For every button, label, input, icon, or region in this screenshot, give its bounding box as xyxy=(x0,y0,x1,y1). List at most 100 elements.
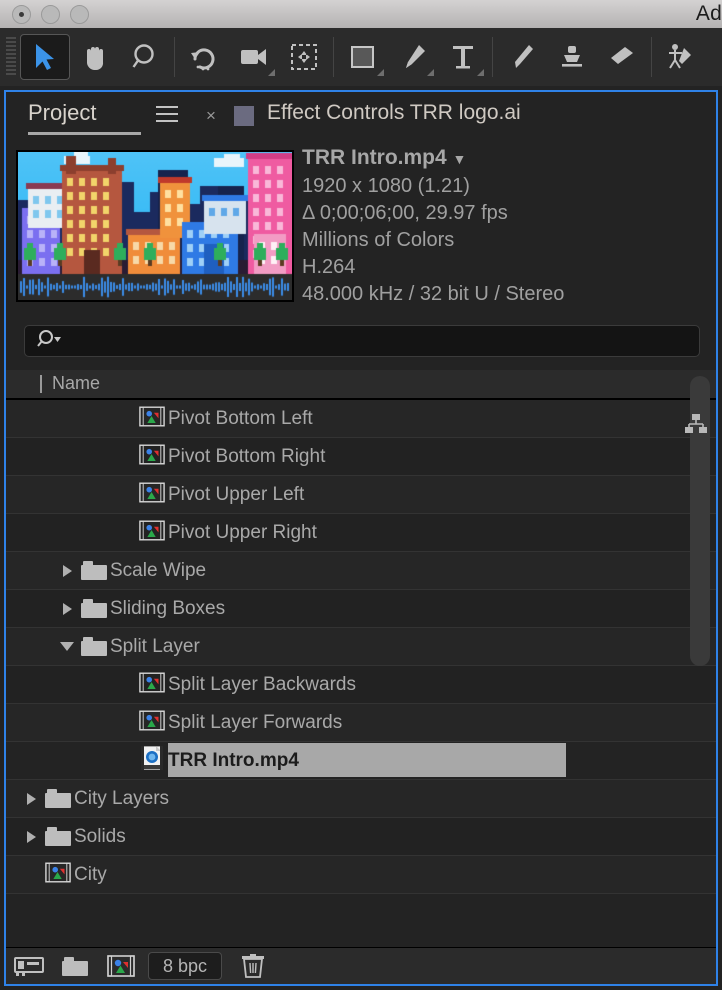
preview-color-depth: Millions of Colors xyxy=(302,229,455,251)
preview-area: TRR Intro.mp4 ▼ 1920 x 1080 (1.21) Δ 0;0… xyxy=(6,144,716,319)
list-item-label: TRR Intro.mp4 xyxy=(168,749,299,771)
new-composition-button[interactable] xyxy=(98,949,144,983)
list-item[interactable]: City xyxy=(6,856,716,894)
camera-tool[interactable] xyxy=(229,34,279,80)
footage-icon xyxy=(140,745,164,775)
disclosure-triangle-closed-icon[interactable] xyxy=(62,602,72,615)
disclosure-triangle-open-icon[interactable] xyxy=(60,642,74,651)
list-item-label: Split Layer xyxy=(110,635,200,657)
search-icon xyxy=(37,329,63,354)
toolbar-separator xyxy=(651,37,652,77)
item-type-icon xyxy=(42,862,74,888)
brush-tool[interactable] xyxy=(497,34,547,80)
tab-effect-controls[interactable]: Effect Controls TRR logo.ai xyxy=(267,101,521,125)
twirl-slot[interactable] xyxy=(20,792,42,805)
item-type-icon xyxy=(136,482,168,508)
preview-duration: Δ 0;00;06;00, 29.97 fps xyxy=(302,202,508,224)
preview-title: TRR Intro.mp4 ▼ xyxy=(302,144,564,173)
pan-behind-tool[interactable] xyxy=(279,34,329,80)
tab-project[interactable]: Project xyxy=(28,100,96,126)
tools-panel xyxy=(0,28,722,86)
rotation-tool[interactable] xyxy=(179,34,229,80)
list-item-label: Split Layer Forwards xyxy=(168,711,343,733)
list-item-label: City xyxy=(74,863,107,885)
toolbar-separator xyxy=(174,37,175,77)
list-item[interactable]: Pivot Bottom Left xyxy=(6,400,716,438)
toolbar-drag-handle[interactable] xyxy=(6,37,16,77)
item-type-icon xyxy=(78,637,110,656)
tool-flyout-indicator xyxy=(427,69,434,76)
project-panel: Project × Effect Controls TRR logo.ai TR… xyxy=(4,90,718,986)
twirl-slot[interactable] xyxy=(20,830,42,843)
interpret-footage-button[interactable] xyxy=(6,949,52,983)
disclosure-triangle-closed-icon[interactable] xyxy=(26,830,36,843)
zoom-button[interactable] xyxy=(70,4,89,24)
search-field[interactable] xyxy=(24,325,700,357)
folder-icon xyxy=(62,956,88,976)
folder-icon xyxy=(45,789,71,808)
list-item-label: Sliding Boxes xyxy=(110,597,226,619)
delete-button[interactable] xyxy=(230,949,276,983)
type-tool[interactable] xyxy=(438,34,488,80)
list-item[interactable]: Split Layer Backwards xyxy=(6,666,716,704)
chevron-down-icon[interactable]: ▼ xyxy=(453,151,467,167)
close-icon[interactable]: × xyxy=(206,106,216,126)
item-type-icon xyxy=(42,789,74,808)
pen-tool[interactable] xyxy=(388,34,438,80)
folder-icon xyxy=(81,637,107,656)
item-type-icon xyxy=(136,444,168,470)
panel-menu-icon[interactable] xyxy=(156,106,178,123)
bit-depth-button[interactable]: 8 bpc xyxy=(148,952,223,980)
item-type-icon xyxy=(136,710,168,736)
tool-flyout-indicator xyxy=(268,69,275,76)
item-type-icon xyxy=(136,520,168,546)
minimize-button[interactable] xyxy=(41,4,60,24)
new-folder-button[interactable] xyxy=(52,949,98,983)
project-item-list: Pivot Bottom Left Pivot Bottom Right Pivot… xyxy=(6,400,716,945)
twirl-slot[interactable] xyxy=(56,564,78,577)
list-item[interactable]: Pivot Upper Left xyxy=(6,476,716,514)
toolbar-separator xyxy=(333,37,334,77)
hand-tool[interactable] xyxy=(70,34,120,80)
item-type-icon xyxy=(136,672,168,698)
composition-icon xyxy=(139,482,165,508)
preview-codec: H.264 xyxy=(302,256,356,278)
composition-icon xyxy=(139,444,165,470)
shape-tool[interactable] xyxy=(338,34,388,80)
list-item[interactable]: Split Layer Forwards xyxy=(6,704,716,742)
tab-active-indicator xyxy=(28,132,141,135)
window-controls xyxy=(12,4,89,24)
folder-icon xyxy=(81,599,107,618)
list-item[interactable]: Sliding Boxes xyxy=(6,590,716,628)
column-divider xyxy=(40,375,42,393)
preview-thumbnail[interactable] xyxy=(16,150,294,302)
list-item[interactable]: Solids xyxy=(6,818,716,856)
list-item[interactable]: Pivot Bottom Right xyxy=(6,438,716,476)
list-item[interactable]: Scale Wipe xyxy=(6,552,716,590)
toolbar-separator xyxy=(492,37,493,77)
preview-title-text: TRR Intro.mp4 xyxy=(302,146,447,169)
twirl-slot[interactable] xyxy=(56,602,78,615)
puppet-tool[interactable] xyxy=(656,34,706,80)
twirl-slot[interactable] xyxy=(56,642,78,651)
clone-stamp-tool[interactable] xyxy=(547,34,597,80)
composition-icon xyxy=(139,710,165,736)
close-button[interactable] xyxy=(12,4,31,24)
disclosure-triangle-closed-icon[interactable] xyxy=(26,792,36,805)
list-item[interactable]: TRR Intro.mp4 xyxy=(6,742,716,780)
eraser-tool[interactable] xyxy=(597,34,647,80)
list-item-label: Pivot Bottom Right xyxy=(168,445,326,467)
item-type-icon xyxy=(136,406,168,432)
hierarchy-icon[interactable] xyxy=(684,413,708,439)
list-item[interactable]: Pivot Upper Right xyxy=(6,514,716,552)
disclosure-triangle-closed-icon[interactable] xyxy=(62,564,72,577)
list-item[interactable]: City Layers xyxy=(6,780,716,818)
zoom-tool[interactable] xyxy=(120,34,170,80)
list-header: Name xyxy=(6,370,716,400)
composition-icon xyxy=(139,672,165,698)
panel-tab-bar: Project × Effect Controls TRR logo.ai xyxy=(6,92,716,144)
column-header-name[interactable]: Name xyxy=(52,373,100,394)
list-item[interactable]: Split Layer xyxy=(6,628,716,666)
selection-tool[interactable] xyxy=(20,34,70,80)
list-item-label: City Layers xyxy=(74,787,170,809)
